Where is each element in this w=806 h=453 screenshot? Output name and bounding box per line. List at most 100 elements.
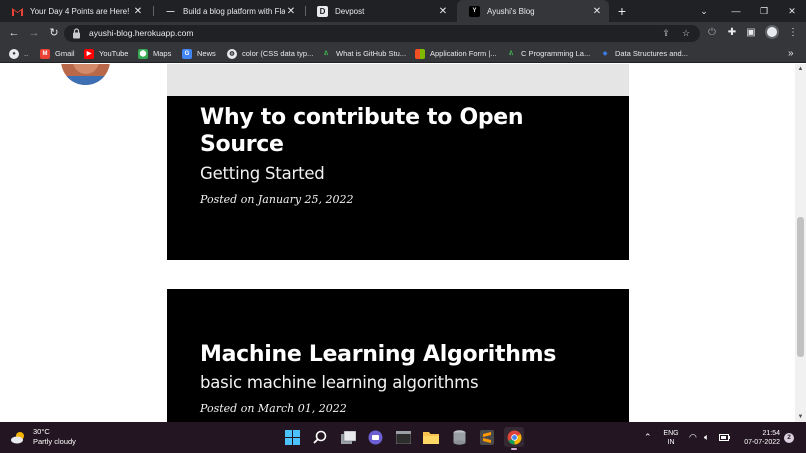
tab-close-icon[interactable]: ✕ xyxy=(132,6,144,17)
bookmark-label: C Programming La... xyxy=(521,49,591,58)
tab-close-icon[interactable]: ✕ xyxy=(285,6,297,17)
back-icon[interactable]: ← xyxy=(6,25,22,41)
tab-devpost[interactable]: D Devpost ✕ xyxy=(305,0,455,22)
clock-time: 21:54 xyxy=(762,430,780,437)
page-gray-band xyxy=(167,64,629,96)
bookmark-label: Gmail xyxy=(55,49,75,58)
bookmark-youtube[interactable]: ▶ YouTube xyxy=(84,44,128,63)
language-indicator[interactable]: ENG IN xyxy=(660,429,682,447)
page-viewport: Why to contribute to Open Source Getting… xyxy=(0,64,806,422)
file-explorer-app[interactable] xyxy=(421,427,441,447)
bookmark-data-structures[interactable]: ◈ Data Structures and... xyxy=(600,44,688,63)
database-app[interactable] xyxy=(449,427,469,447)
close-window-icon[interactable]: ✕ xyxy=(778,0,806,22)
address-bar[interactable]: ayushi-blog.herokuapp.com ⇪ ☆ xyxy=(64,25,700,42)
dash-icon: — xyxy=(166,6,175,16)
task-view-icon xyxy=(340,430,356,444)
sublime-text-app[interactable] xyxy=(477,427,497,447)
show-hidden-icons[interactable]: ⌃ xyxy=(644,422,652,453)
bookmark-star-icon[interactable]: ☆ xyxy=(679,25,693,42)
tab-search-icon[interactable]: ⌄ xyxy=(690,0,718,22)
weather-temperature: 30°C xyxy=(33,427,50,436)
bookmark-label: What is GitHub Stu... xyxy=(336,49,407,58)
folder-icon xyxy=(423,431,439,444)
battery-icon[interactable] xyxy=(719,422,730,453)
bookmark-c-programming[interactable]: ᕕ C Programming La... xyxy=(506,44,590,63)
more-bookmarks-button[interactable]: » xyxy=(788,44,794,63)
reload-icon[interactable]: ↻ xyxy=(46,25,62,41)
forward-icon[interactable]: → xyxy=(26,25,42,41)
post-title-line-2[interactable]: Source xyxy=(200,131,284,158)
tab-close-icon[interactable]: ✕ xyxy=(437,6,449,17)
post-meta: Posted on March 01, 2022 xyxy=(200,402,347,415)
notification-badge[interactable]: 2 xyxy=(784,433,794,443)
scroll-down-icon[interactable]: ▼ xyxy=(795,412,806,422)
bookmark-maps[interactable]: ⬤ Maps xyxy=(138,44,171,63)
bookmark-gmail[interactable]: M Gmail xyxy=(40,44,75,63)
blog-icon: Y xyxy=(469,5,480,17)
chrome-app[interactable] xyxy=(504,427,524,450)
profile-avatar[interactable] xyxy=(765,25,779,39)
gmail-icon: M xyxy=(40,48,50,59)
bookmark-css-color[interactable]: ◍ color (CSS data typ... xyxy=(227,44,313,63)
avatar-shirt xyxy=(61,76,110,85)
wifi-icon[interactable]: ◠ xyxy=(689,422,697,453)
minimize-icon[interactable]: — xyxy=(722,0,750,22)
page-scrollbar[interactable]: ▲ ▼ xyxy=(795,64,806,422)
language-code: ENG xyxy=(663,430,679,437)
bookmark-label: color (CSS data typ... xyxy=(242,49,314,58)
search-button[interactable] xyxy=(310,427,330,447)
post-card[interactable]: Why to contribute to Open Source Getting… xyxy=(167,96,629,260)
tab-title: Your Day 4 Points are Here! - ayus xyxy=(30,6,132,16)
avatar-face xyxy=(73,64,99,74)
bookmark-label: .. xyxy=(24,49,29,58)
extension-mic-icon[interactable]: ⏻ xyxy=(704,25,720,41)
bookmark-label: YouTube xyxy=(99,49,129,58)
screen: Your Day 4 Points are Here! - ayus ✕ — B… xyxy=(0,0,806,453)
url-text: ayushi-blog.herokuapp.com xyxy=(89,28,194,38)
tab-close-icon[interactable]: ✕ xyxy=(591,6,603,17)
side-panel-icon[interactable]: ▣ xyxy=(743,25,759,41)
scrollbar-thumb[interactable] xyxy=(797,217,804,357)
bookmark-application-form[interactable]: Application Form |... xyxy=(415,44,497,63)
restore-icon[interactable]: ❐ xyxy=(750,0,778,22)
post-title-line-1[interactable]: Why to contribute to Open xyxy=(200,104,524,131)
globe-icon: ◍ xyxy=(227,48,237,59)
start-button[interactable] xyxy=(282,427,302,447)
tab-flask[interactable]: — Build a blog platform with Flask ✕ xyxy=(153,0,303,22)
edge-icon: ◈ xyxy=(602,51,608,57)
menu-kebab-icon[interactable]: ⋮ xyxy=(785,25,801,41)
lock-icon xyxy=(73,28,80,39)
post-card[interactable]: Machine Learning Algorithms basic machin… xyxy=(167,289,629,422)
tab-gmail[interactable]: Your Day 4 Points are Here! - ayus ✕ xyxy=(0,0,150,22)
bookmark-label: Application Form |... xyxy=(430,49,497,58)
scroll-up-icon[interactable]: ▲ xyxy=(795,64,806,74)
post-title[interactable]: Machine Learning Algorithms xyxy=(200,341,556,368)
volume-icon[interactable]: 🔈︎ xyxy=(704,422,709,453)
terminal-app[interactable] xyxy=(393,427,413,447)
bookmark-label: News xyxy=(197,49,216,58)
bookmark-github-student[interactable]: ᕕ What is GitHub Stu... xyxy=(321,44,406,63)
post-meta: Posted on January 25, 2022 xyxy=(200,193,354,206)
bookmark-github[interactable]: ● .. xyxy=(9,44,28,63)
sublime-icon xyxy=(480,429,494,445)
youtube-icon: ▶ xyxy=(84,48,94,59)
teams-chat-button[interactable] xyxy=(365,427,385,447)
windows-icon xyxy=(284,429,300,445)
windows-taskbar: 30°C Partly cloudy ⌃ ENG IN ◠ 🔈︎ 21:54 0… xyxy=(0,422,806,453)
news-icon: G xyxy=(182,48,192,59)
tab-ayushis-blog[interactable]: Y Ayushi's Blog ✕ xyxy=(457,0,609,22)
weather-widget[interactable]: 30°C Partly cloudy xyxy=(10,427,76,447)
bookmark-label: Data Structures and... xyxy=(615,49,688,58)
system-clock[interactable]: 21:54 07-07-2022 xyxy=(740,429,780,447)
partly-cloudy-icon xyxy=(11,431,24,443)
new-tab-button[interactable]: + xyxy=(613,2,631,20)
task-view-button[interactable] xyxy=(338,427,358,447)
post-subtitle: Getting Started xyxy=(200,164,325,183)
browser-toolbar: ← → ↻ ayushi-blog.herokuapp.com ⇪ ☆ ⏻ ✚ … xyxy=(0,22,806,44)
tab-title: Devpost xyxy=(335,6,365,16)
bookmark-news[interactable]: G News xyxy=(182,44,216,63)
share-icon[interactable]: ⇪ xyxy=(659,25,673,42)
github-icon: ● xyxy=(9,48,19,59)
extensions-puzzle-icon[interactable]: ✚ xyxy=(724,25,740,41)
